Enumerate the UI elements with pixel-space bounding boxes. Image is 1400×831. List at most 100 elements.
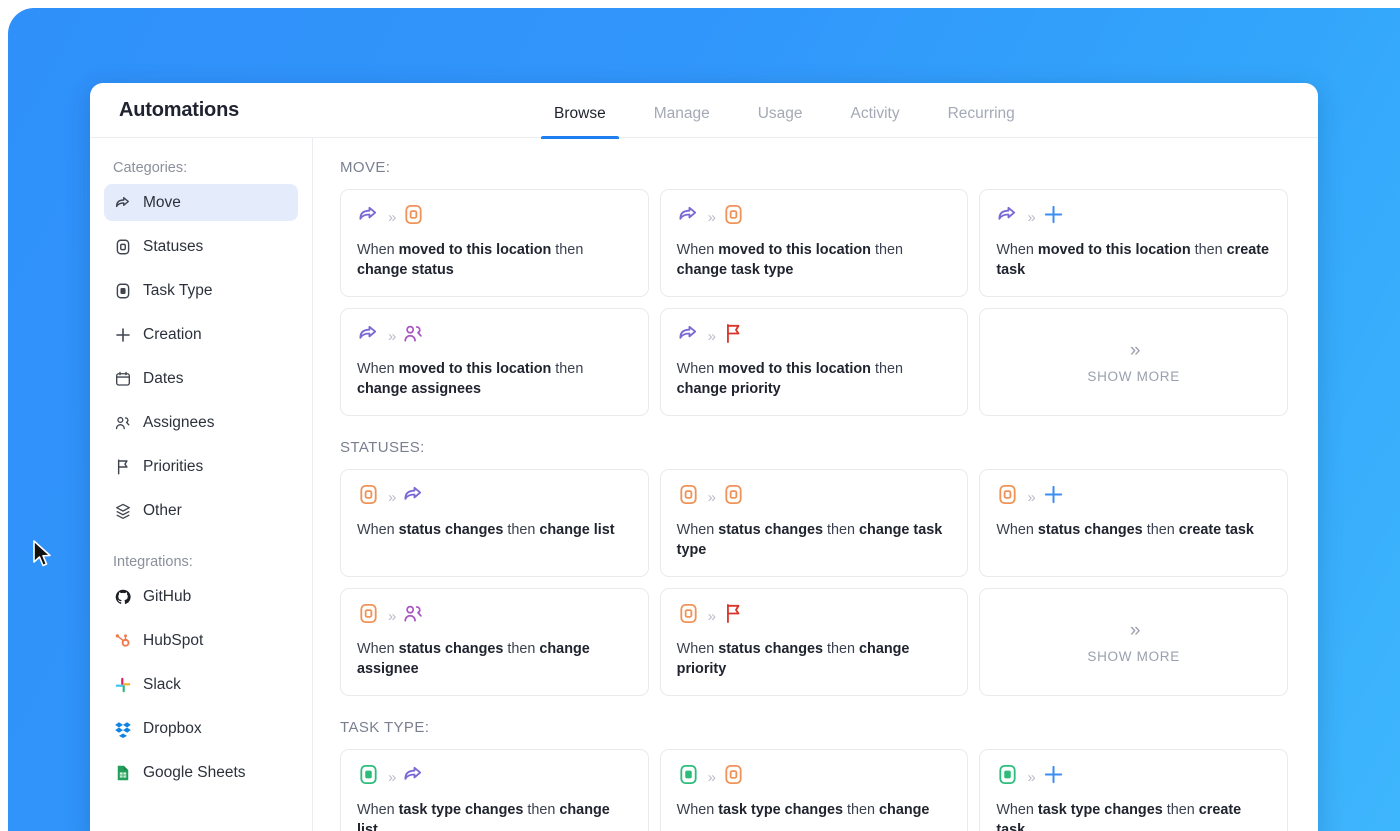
card-icon-row: » [677,765,952,789]
automation-card[interactable]: » When task type changes then change list [340,749,649,831]
sidebar-item-slack[interactable]: Slack [104,666,298,703]
card-mid: then [503,641,539,657]
card-prefix: When [357,242,399,258]
sidebar-item-label: HubSpot [143,632,203,650]
automation-card[interactable]: »When status changes then change assigne… [340,588,649,696]
automation-card[interactable]: »When task type changes then change [660,749,969,831]
card-trigger: status changes [399,522,504,538]
card-mid: then [823,522,859,538]
section-heading: MOVE: [340,159,1288,176]
tab-activity[interactable]: Activity [827,83,924,139]
card-prefix: When [996,242,1038,258]
sidebar-item-task-type[interactable]: Task Type [104,272,298,309]
card-prefix: When [996,522,1038,538]
card-action: change status [357,262,454,278]
sidebar-item-move[interactable]: Move [104,184,298,221]
arrow-separator-icon: » [708,770,714,785]
sidebar-item-priorities[interactable]: Priorities [104,448,298,485]
arrow-separator-icon: » [1027,770,1033,785]
card-prefix: When [677,361,719,377]
arrow-separator-icon: » [388,770,394,785]
status-square-icon [677,483,700,511]
status-square-icon [722,483,745,511]
window-titlebar: Automations BrowseManageUsageActivityRec… [90,83,1318,138]
sidebar-item-label: GitHub [143,588,191,606]
calendar-icon [114,370,132,388]
card-icon-row: » [357,205,632,229]
automation-card[interactable]: »When moved to this location then create… [979,189,1288,297]
card-description: When task type changes then change list [357,800,632,831]
dropbox-icon [114,720,132,738]
automation-grid: » When moved to this location then change… [340,189,1288,416]
show-more-card[interactable]: »SHOW MORE [979,588,1288,696]
status-square-icon [722,763,745,791]
automation-card[interactable]: »When task type changes then create task [979,749,1288,831]
status-square-icon [996,483,1019,511]
card-mid: then [503,522,539,538]
plus-icon [1042,763,1065,791]
card-mid: then [551,242,583,258]
card-action: change list [539,522,614,538]
card-description: When status changes then change list [357,520,632,540]
sidebar-item-label: Other [143,502,182,520]
sidebar-item-dropbox[interactable]: Dropbox [104,710,298,747]
card-prefix: When [357,522,399,538]
show-more-card[interactable]: »SHOW MORE [979,308,1288,416]
task-type-square-icon [996,763,1019,791]
status-square-icon [402,203,425,231]
status-square-icon [357,602,380,630]
tab-browse[interactable]: Browse [530,83,630,139]
tab-usage[interactable]: Usage [734,83,827,139]
sidebar-item-label: Assignees [143,414,215,432]
automation-card[interactable]: »When status changes then create task [979,469,1288,577]
sidebar-item-label: Dropbox [143,720,202,738]
card-action: create task [1179,522,1254,538]
show-more-label: SHOW MORE [1087,369,1180,384]
card-trigger: status changes [399,641,504,657]
sidebar-item-statuses[interactable]: Statuses [104,228,298,265]
sidebar[interactable]: Categories: MoveStatusesTask TypeCreatio… [90,138,313,831]
sidebar-item-dates[interactable]: Dates [104,360,298,397]
arrow-separator-icon: » [1027,210,1033,225]
tab-bar: BrowseManageUsageActivityRecurring [530,83,1039,138]
card-mid: then [1143,522,1179,538]
card-icon-row: » [357,765,632,789]
card-action: change task type [677,262,794,278]
automation-card[interactable]: » When moved to this location then change… [660,308,969,416]
automation-card[interactable]: »When moved to this location then change… [660,189,969,297]
tab-recurring[interactable]: Recurring [924,83,1039,139]
hubspot-icon [114,632,132,650]
automation-card[interactable]: »When status changes then change priorit… [660,588,969,696]
card-description: When moved to this location then change … [357,359,632,399]
sidebar-item-assignees[interactable]: Assignees [104,404,298,441]
sidebar-item-label: Creation [143,326,202,344]
arrow-separator-icon: » [388,329,394,344]
card-prefix: When [677,641,719,657]
slack-icon [114,676,132,694]
layers-icon [114,502,132,520]
card-prefix: When [677,242,719,258]
sidebar-item-creation[interactable]: Creation [104,316,298,353]
sidebar-item-github[interactable]: GitHub [104,578,298,615]
automation-card[interactable]: »When moved to this location then change… [340,189,649,297]
move-arrow-icon [357,203,380,231]
automation-card[interactable]: »When status changes then change task ty… [660,469,969,577]
automation-card[interactable]: »When status changes then change list [340,469,649,577]
move-arrow-icon [677,203,700,231]
tab-manage[interactable]: Manage [630,83,734,139]
sidebar-item-google-sheets[interactable]: Google Sheets [104,754,298,791]
automation-grid: » When task type changes then change list… [340,749,1288,831]
move-arrow-icon [402,483,425,511]
sidebar-item-label: Slack [143,676,181,694]
move-arrow-icon [996,203,1019,231]
sidebar-item-other[interactable]: Other [104,492,298,529]
card-prefix: When [996,802,1038,818]
section-heading: TASK TYPE: [340,719,1288,736]
arrow-separator-icon: » [708,329,714,344]
plus-icon [1042,483,1065,511]
card-description: When moved to this location then change … [677,359,952,399]
sidebar-item-hubspot[interactable]: HubSpot [104,622,298,659]
card-description: When status changes then change task typ… [677,520,952,560]
card-trigger: status changes [1038,522,1143,538]
automation-card[interactable]: » When moved to this location then change… [340,308,649,416]
